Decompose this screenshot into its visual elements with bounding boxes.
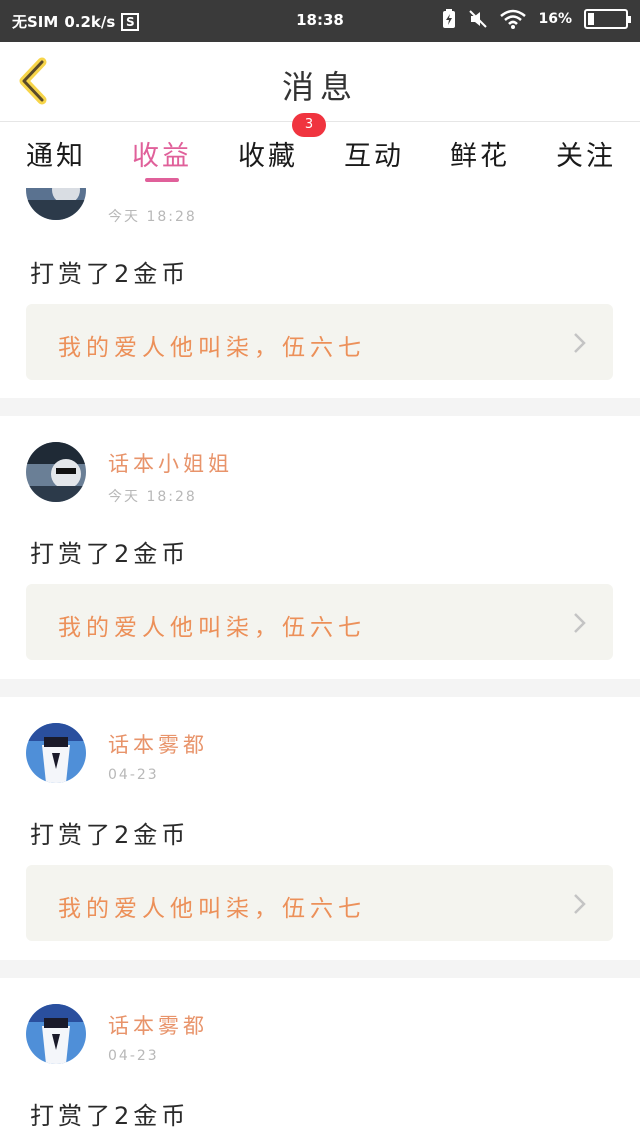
divider (0, 398, 640, 416)
chevron-right-icon (574, 894, 586, 914)
book-title: 我的爱人他叫柒，伍六七 (58, 615, 366, 641)
avatar[interactable] (26, 442, 86, 502)
battery-level (588, 13, 594, 25)
username[interactable]: 话本小姐姐 (108, 448, 233, 478)
book-link[interactable]: 我的爱人他叫柒，伍六七 (26, 584, 613, 660)
avatar[interactable] (26, 188, 86, 220)
divider (0, 960, 640, 978)
wifi-icon (500, 9, 527, 29)
message-time: 04-23 (108, 767, 159, 783)
book-title: 我的爱人他叫柒，伍六七 (58, 896, 366, 922)
message-text: 打赏了2金币 (30, 540, 190, 568)
avatar[interactable] (26, 1004, 86, 1064)
avatar-image (26, 442, 86, 502)
message-text: 打赏了2金币 (30, 821, 190, 849)
battery-icon (584, 9, 631, 29)
list-item: 话本雾都 04-23 打赏了2金币 (0, 978, 640, 1138)
app-header: 消息 (0, 42, 640, 122)
list-item: 今天 18:28 打赏了2金币 我的爱人他叫柒，伍六七 (0, 188, 640, 398)
chevron-right-icon (574, 333, 586, 353)
chevron-right-icon (574, 613, 586, 633)
tab-earnings-label: 收益 (132, 141, 192, 172)
avatar-image (26, 188, 86, 220)
list-item: 话本小姐姐 今天 18:28 打赏了2金币 我的爱人他叫柒，伍六七 (0, 416, 640, 680)
message-list[interactable]: 今天 18:28 打赏了2金币 我的爱人他叫柒，伍六七 话本小姐姐 今天 18:… (0, 188, 640, 1138)
active-tab-indicator (145, 178, 179, 182)
favorites-badge: 3 (292, 113, 326, 137)
tab-earnings[interactable]: 收益 (112, 134, 212, 182)
tab-interaction[interactable]: 互动 (324, 134, 424, 173)
message-time: 今天 18:28 (108, 489, 197, 505)
status-right: 16% (442, 9, 631, 29)
message-time: 今天 18:28 (108, 209, 197, 225)
mute-icon (469, 10, 488, 28)
battery-percent: 16% (538, 11, 572, 27)
page-title: 消息 (281, 68, 358, 106)
avatar-image (26, 1004, 86, 1064)
book-link[interactable]: 我的爱人他叫柒，伍六七 (26, 865, 613, 941)
tab-favorites[interactable]: 收藏 (218, 134, 318, 173)
tab-following[interactable]: 关注 (536, 134, 636, 173)
divider (0, 679, 640, 697)
message-time: 04-23 (108, 1048, 159, 1064)
avatar[interactable] (26, 723, 86, 783)
tab-flowers[interactable]: 鲜花 (430, 134, 530, 173)
message-text: 打赏了2金币 (30, 260, 190, 288)
message-text: 打赏了2金币 (30, 1102, 190, 1130)
book-link[interactable]: 我的爱人他叫柒，伍六七 (26, 304, 613, 380)
tab-notifications[interactable]: 通知 (6, 134, 106, 173)
status-bar: 无SIM 0.2k/s S 18:38 16% (0, 0, 640, 42)
avatar-image (26, 723, 86, 783)
username[interactable]: 话本雾都 (108, 729, 208, 759)
username[interactable]: 话本雾都 (108, 1010, 208, 1040)
book-title: 我的爱人他叫柒，伍六七 (58, 335, 366, 361)
charging-icon (443, 9, 456, 28)
list-item: 话本雾都 04-23 打赏了2金币 我的爱人他叫柒，伍六七 (0, 697, 640, 961)
